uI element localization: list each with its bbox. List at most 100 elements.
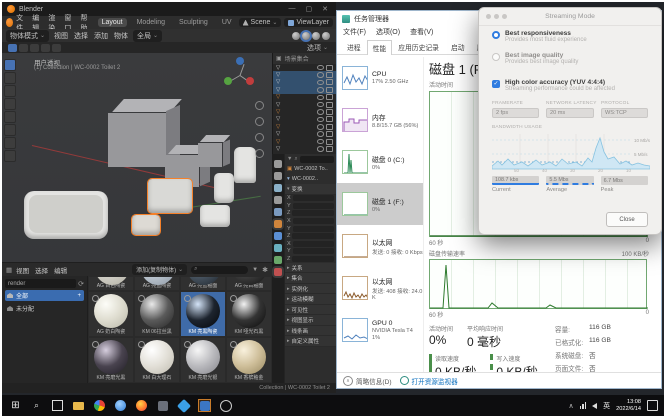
- asset-item[interactable]: KM 亮黑陶瓷: [180, 291, 226, 337]
- data-name-row[interactable]: ▾ WC-0002..: [285, 174, 336, 184]
- fewer-details-button[interactable]: ∧ 简略信息(D): [343, 376, 392, 386]
- dialog-close-dot[interactable]: [486, 14, 491, 19]
- outliner-object-row[interactable]: ▽: [273, 86, 336, 93]
- checkbox-checked-icon[interactable]: ✓: [492, 80, 500, 88]
- eye-icon[interactable]: [317, 131, 324, 137]
- taskbar-task-view-icon[interactable]: [51, 399, 64, 412]
- eye-icon[interactable]: [317, 80, 324, 86]
- 3d-viewport[interactable]: 用户透视 (1) Collection | WC-0002 Toilet 2: [2, 53, 272, 262]
- scale-tool-icon[interactable]: [4, 111, 16, 123]
- scene-collection-label[interactable]: 场景集合: [285, 54, 309, 63]
- asset-menu-2[interactable]: 编辑: [54, 265, 67, 275]
- taskbar-active-app-icon[interactable]: [198, 399, 211, 412]
- properties-section-线条画[interactable]: ▸线条画: [285, 326, 336, 337]
- options-dropdown[interactable]: 选项 ⌄: [307, 43, 336, 53]
- perf-sidebar-CPU-0[interactable]: CPU17% 2.50 GHz: [337, 57, 423, 99]
- taskbar-app-circle-icon[interactable]: [219, 399, 232, 412]
- tab-性能[interactable]: 性能: [367, 40, 393, 55]
- tool-toggle-3[interactable]: [30, 44, 39, 52]
- asset-item[interactable]: KM 亮磨光银: [180, 337, 226, 383]
- filter-icon[interactable]: ▼: [287, 156, 292, 162]
- tm-menu-0[interactable]: 文件(F): [343, 27, 366, 37]
- option-high-color-accuracy[interactable]: ✓ High color accuracy (YUV 4:4:4) Stream…: [492, 79, 648, 92]
- viewport-menu-1[interactable]: 选择: [74, 31, 88, 41]
- taskbar-chrome-icon[interactable]: [93, 399, 106, 412]
- 3d-bidet-selected[interactable]: [132, 215, 160, 235]
- catalog-unassigned[interactable]: 未分配: [5, 303, 84, 314]
- shading-wireframe-icon[interactable]: [292, 32, 300, 40]
- taskbar-app-gray-icon[interactable]: [156, 399, 169, 412]
- camera-icon[interactable]: [326, 87, 333, 93]
- object-tab-icon[interactable]: [274, 220, 282, 228]
- transform-field-缩放-Y[interactable]: Y: [285, 248, 336, 256]
- tool-tab-icon[interactable]: [274, 160, 282, 168]
- eye-icon[interactable]: [317, 65, 324, 71]
- dialog-zoom-dot[interactable]: [502, 14, 507, 19]
- scene-selector[interactable]: Scene ⌄: [239, 18, 282, 27]
- taskbar-firefox-icon[interactable]: [135, 399, 148, 412]
- latency-dropdown[interactable]: 20 ms: [546, 108, 594, 118]
- eye-icon[interactable]: [317, 109, 324, 115]
- protocol-dropdown[interactable]: WS:TCP: [601, 108, 648, 118]
- viewport-menu-0[interactable]: 视图: [54, 31, 68, 41]
- perf-sidebar-以太网-5[interactable]: 以太网发送: 408 接收: 24.0 K: [337, 267, 423, 309]
- 3d-toilet-2[interactable]: [214, 173, 234, 203]
- option-best-responsiveness[interactable]: Best responsiveness Provides most fluid …: [492, 30, 648, 43]
- camera-view-icon[interactable]: [255, 133, 264, 142]
- workspace-tab-layout[interactable]: Layout: [98, 18, 127, 27]
- outliner-object-row[interactable]: ▽: [273, 123, 336, 130]
- camera-icon[interactable]: [326, 102, 333, 108]
- transform-section[interactable]: ▾ 变换: [285, 184, 336, 195]
- taskbar-search-icon[interactable]: ⌕: [30, 399, 43, 412]
- perf-sidebar-GPU-0-6[interactable]: GPU 0NVIDIA Tesla T41%: [337, 309, 423, 351]
- viewlayer-selector[interactable]: ViewLayer: [284, 18, 333, 27]
- transform-field-旋转-Y[interactable]: Y: [285, 225, 336, 233]
- workspace-tab-uv[interactable]: UV: [218, 18, 236, 27]
- eye-icon[interactable]: [317, 124, 324, 130]
- modifier-tab-icon[interactable]: [274, 232, 282, 240]
- properties-search[interactable]: [300, 156, 334, 163]
- asset-item[interactable]: AG 亮蓝釉面: [180, 276, 226, 291]
- shading-solid-icon[interactable]: [302, 32, 310, 40]
- editor-type-icon[interactable]: ▦: [6, 266, 12, 274]
- properties-section-集合[interactable]: ▸集合: [285, 273, 336, 284]
- taskbar-file-explorer-icon[interactable]: [72, 399, 85, 412]
- gizmo-x-axis[interactable]: [246, 77, 254, 85]
- properties-section-可见性[interactable]: ▸可见性: [285, 305, 336, 316]
- navigation-gizmo[interactable]: [224, 59, 258, 93]
- import-method-dropdown[interactable]: 添加(复制物体) ⌄: [132, 264, 187, 275]
- properties-section-关系[interactable]: ▸关系: [285, 263, 336, 274]
- outliner-object-row[interactable]: ▽: [273, 79, 336, 86]
- asset-item[interactable]: AG 亮白釉面: [226, 276, 272, 291]
- output-tab-icon[interactable]: [274, 184, 282, 192]
- transform-field-缩放-Z[interactable]: Z: [285, 255, 336, 263]
- eye-icon[interactable]: [317, 87, 324, 93]
- outliner-object-row[interactable]: ▽: [273, 101, 336, 108]
- camera-icon[interactable]: [326, 72, 333, 78]
- tool-toggle-5[interactable]: [52, 44, 61, 52]
- camera-icon[interactable]: [326, 131, 333, 137]
- blender-close-button[interactable]: ✕: [322, 5, 328, 13]
- transform-field-位置-Y[interactable]: Y: [285, 202, 336, 210]
- viewport-menu-2[interactable]: 添加: [94, 31, 108, 41]
- tool-toggle-1[interactable]: [8, 44, 17, 52]
- outliner-object-row[interactable]: ▽: [273, 71, 336, 78]
- language-indicator[interactable]: 英: [603, 401, 610, 411]
- tool-toggle-4[interactable]: [41, 44, 50, 52]
- outliner-object-row[interactable]: ▽: [273, 64, 336, 71]
- properties-section-运动模糊[interactable]: ▸运动模糊: [285, 294, 336, 305]
- transform-orientation[interactable]: 全局 ⌄: [133, 30, 162, 42]
- radio-unselected-icon[interactable]: [492, 53, 500, 61]
- asset-library-field[interactable]: render: [5, 279, 76, 288]
- eye-icon[interactable]: [317, 117, 324, 123]
- perf-sidebar-磁盘-1-(F:)-3[interactable]: 磁盘 1 (F:)0%: [337, 183, 423, 225]
- transform-field-缩放-X[interactable]: X: [285, 240, 336, 248]
- shading-rendered-icon[interactable]: [322, 32, 330, 40]
- outliner-object-row[interactable]: ▽: [273, 145, 336, 152]
- tab-应用历史记录[interactable]: 应用历史记录: [392, 39, 445, 54]
- camera-icon[interactable]: [326, 109, 333, 115]
- search-icon[interactable]: ⌕: [294, 156, 297, 163]
- asset-item[interactable]: KM 06拉丝黑: [134, 291, 180, 337]
- asset-item[interactable]: AG 白色陶瓷: [88, 276, 134, 291]
- cursor-tool-icon[interactable]: [4, 72, 16, 84]
